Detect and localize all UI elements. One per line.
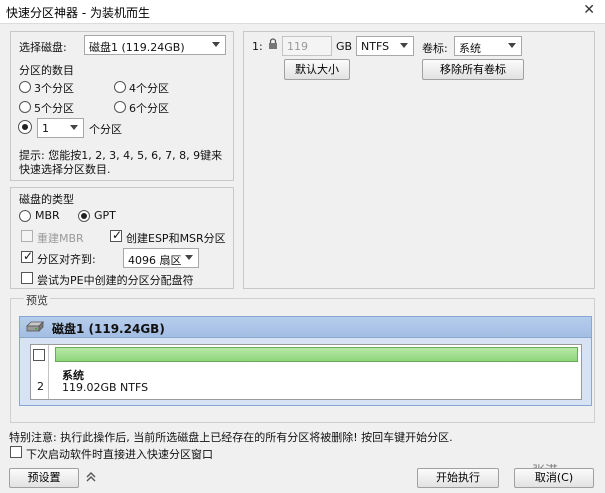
radio-mbr-label[interactable]: MBR xyxy=(35,209,60,222)
custom-count-suffix: 个分区 xyxy=(89,123,122,136)
chevron-down-icon xyxy=(212,42,220,47)
partition-index-label: 2 xyxy=(37,380,44,393)
disk-icon xyxy=(26,321,44,333)
align-checkbox[interactable]: ✓ xyxy=(21,249,34,263)
assign-letter-checkbox[interactable] xyxy=(21,272,33,284)
chevron-down-icon xyxy=(508,43,516,48)
select-disk-label: 选择磁盘: xyxy=(19,41,67,54)
disk-type-title: 磁盘的类型 xyxy=(19,193,74,206)
radio-4-partitions-label[interactable]: 4个分区 xyxy=(129,80,169,96)
rebuild-mbr-checkbox[interactable] xyxy=(21,230,33,242)
disk-header-label: 磁盘1 (119.24GB) xyxy=(52,322,165,336)
check-icon: ✓ xyxy=(23,249,34,263)
filesystem-select[interactable]: NTFS xyxy=(356,36,414,56)
volume-label-label: 卷标: xyxy=(422,42,448,55)
partition-usage-bar xyxy=(55,347,578,362)
close-icon[interactable]: ✕ xyxy=(583,2,595,18)
radio-3-partitions-label[interactable]: 3个分区 xyxy=(34,80,74,96)
radio-5-partitions[interactable] xyxy=(19,101,31,113)
radio-4-partitions[interactable] xyxy=(114,81,126,93)
radio-mbr[interactable] xyxy=(19,210,31,222)
window-title: 快速分区神器 - 为装机而生 xyxy=(6,6,150,20)
default-size-button[interactable]: 默认大小 xyxy=(284,59,350,80)
partition-select-checkbox[interactable] xyxy=(33,349,45,361)
partition-size-input[interactable]: 119 xyxy=(282,36,332,56)
assign-letter-label[interactable]: 尝试为PE中创建的分区分配盘符 xyxy=(37,272,194,288)
radio-3-partitions[interactable] xyxy=(19,81,31,93)
auto-open-label[interactable]: 下次启动软件时直接进入快速分区窗口 xyxy=(26,446,213,462)
radio-6-partitions[interactable] xyxy=(114,101,126,113)
hint-line-2: 快速选择分区数目. xyxy=(19,163,111,176)
partition-count-label: 分区的数目 xyxy=(19,64,74,77)
disk-select-value: 磁盘1 (119.24GB) xyxy=(89,41,185,54)
auto-open-checkbox[interactable] xyxy=(10,446,22,458)
preset-button[interactable]: 预设置 xyxy=(9,468,79,488)
partition-detail: 119.02GB NTFS xyxy=(62,381,149,394)
create-esp-checkbox[interactable]: ✓ xyxy=(110,228,123,242)
chevron-down-icon xyxy=(400,43,408,48)
radio-custom-count[interactable] xyxy=(18,120,32,134)
align-select[interactable]: 4096 扇区 xyxy=(123,248,199,268)
radio-gpt[interactable] xyxy=(78,210,90,222)
radio-6-partitions-label[interactable]: 6个分区 xyxy=(129,100,169,116)
filesystem-value: NTFS xyxy=(361,40,390,53)
custom-count-select[interactable]: 1 xyxy=(37,118,84,138)
create-esp-label[interactable]: 创建ESP和MSR分区 xyxy=(126,230,226,246)
lock-icon[interactable] xyxy=(268,38,278,50)
volume-label-select[interactable]: 系统 xyxy=(454,36,522,56)
partition-index: 1: xyxy=(252,40,263,53)
align-label[interactable]: 分区对齐到: xyxy=(37,251,96,267)
radio-5-partitions-label[interactable]: 5个分区 xyxy=(34,100,74,116)
chevron-down-icon xyxy=(185,255,193,260)
cancel-button[interactable]: 取消(C) xyxy=(514,468,594,488)
chevron-down-icon xyxy=(70,125,78,130)
double-chevron-up-icon[interactable] xyxy=(84,470,98,484)
warning-text: 特别注意: 执行此操作后, 当前所选磁盘上已经存在的所有分区将被删除! 按回车键… xyxy=(9,431,453,444)
rebuild-mbr-label: 重建MBR xyxy=(37,232,84,245)
remove-all-labels-button[interactable]: 移除所有卷标 xyxy=(422,59,524,80)
title-bar: 快速分区神器 - 为装机而生 ✕ xyxy=(0,0,605,24)
disk-select[interactable]: 磁盘1 (119.24GB) xyxy=(84,35,226,55)
partition-divider xyxy=(48,345,49,399)
preview-title: 预览 xyxy=(24,292,50,308)
size-unit: GB xyxy=(336,40,353,53)
radio-gpt-label[interactable]: GPT xyxy=(94,209,116,222)
align-select-value: 4096 扇区 xyxy=(128,254,182,267)
custom-count-value: 1 xyxy=(42,122,49,135)
check-icon: ✓ xyxy=(112,228,123,242)
partition-size-value: 119 xyxy=(287,40,308,53)
start-button[interactable]: 开始执行 xyxy=(417,468,499,488)
volume-label-value: 系统 xyxy=(459,42,481,55)
